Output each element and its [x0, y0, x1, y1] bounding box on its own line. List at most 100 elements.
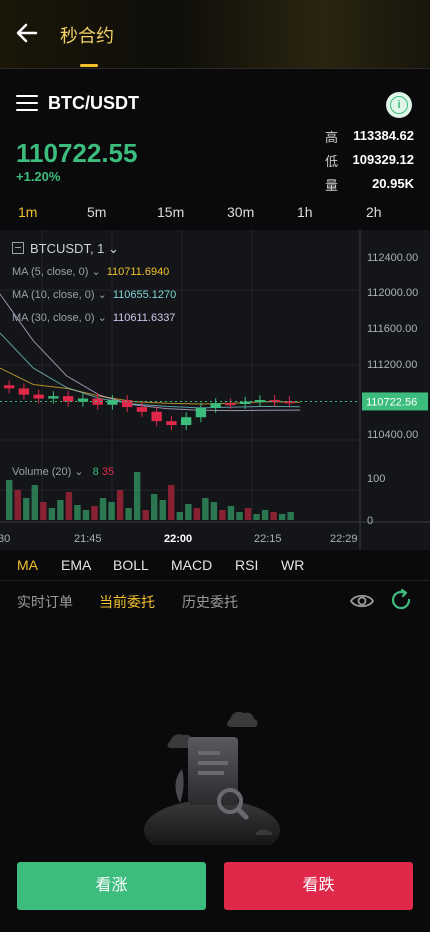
empty-state-illustration	[144, 711, 280, 845]
indicator-macd[interactable]: MACD	[171, 557, 212, 573]
volume-bar	[219, 510, 226, 520]
ma10-legend[interactable]: MA (10, close, 0) ⌄ 110655.1270	[12, 288, 176, 301]
high-value: 113384.62	[353, 128, 414, 143]
ma30-label: MA (30, close, 0)	[12, 312, 95, 324]
current-price-label: 110722.56	[366, 396, 417, 408]
candle	[210, 403, 221, 408]
candle	[33, 394, 44, 399]
time-tick: 22:00	[164, 533, 192, 545]
volume-bar	[227, 506, 235, 520]
info-button[interactable]: i	[386, 92, 412, 118]
price-chart[interactable]: 112400.00 112000.00 111600.00 111200.00 1104…	[0, 230, 430, 550]
volume-bar	[133, 472, 141, 520]
volume-bar	[159, 500, 166, 520]
ma30-value: 110611.6337	[112, 312, 176, 324]
pair-title[interactable]: BTC/USDT	[48, 93, 139, 114]
candle	[166, 421, 177, 426]
volume-bar	[244, 508, 252, 520]
volume-bar	[210, 502, 218, 520]
volume-value: 20.95K	[372, 176, 414, 191]
collapse-icon[interactable]	[12, 242, 24, 254]
indicator-wr[interactable]: WR	[281, 557, 304, 573]
candle	[151, 411, 162, 422]
volume-bar	[142, 510, 149, 520]
timeframe-2h[interactable]: 2h	[366, 204, 382, 220]
volume-bar	[278, 514, 286, 520]
candle	[107, 400, 118, 405]
volume-legend[interactable]: Volume (20) ⌄ 8 35	[12, 465, 114, 478]
tab-live-orders[interactable]: 实时订单	[17, 592, 73, 612]
volume-bar	[287, 512, 294, 520]
sell-down-button[interactable]: 看跌	[224, 862, 413, 910]
volume-bar	[99, 498, 107, 520]
indicator-ema[interactable]: EMA	[61, 557, 91, 573]
candle	[240, 401, 251, 404]
volume-bar	[270, 512, 277, 520]
volume-down-value: 35	[101, 466, 115, 478]
volume-tick: 0	[367, 515, 373, 527]
volume-bar	[108, 502, 115, 520]
candle	[63, 396, 74, 402]
indicator-bar: MA EMA BOLL MACD RSI WR	[0, 552, 430, 578]
buy-up-button[interactable]: 看涨	[17, 862, 206, 910]
volume-bar	[236, 512, 243, 520]
indicator-ma[interactable]: MA	[17, 557, 38, 573]
timeframe-15m[interactable]: 15m	[157, 204, 184, 220]
chevron-down-icon[interactable]: ⌄	[108, 241, 119, 256]
candle	[195, 407, 207, 418]
timeframe-1h[interactable]: 1h	[297, 204, 313, 220]
indicator-boll[interactable]: BOLL	[113, 557, 149, 573]
volume-bar	[168, 485, 175, 520]
candle	[48, 396, 59, 399]
last-price: 110722.55	[16, 138, 138, 168]
menu-icon[interactable]	[16, 95, 38, 113]
volume-bar	[14, 490, 21, 520]
candle	[18, 388, 30, 395]
price-tick: 112000.00	[367, 287, 418, 299]
volume-legend-label: Volume (20)	[12, 466, 72, 478]
volume-bar	[23, 498, 30, 520]
low-value: 109329.12	[352, 152, 414, 167]
tab-order-history[interactable]: 历史委托	[182, 592, 238, 612]
volume-up-value: 8	[92, 466, 99, 478]
refresh-icon[interactable]	[389, 588, 413, 612]
ma30-legend[interactable]: MA (30, close, 0) ⌄ 110611.6337	[12, 311, 175, 324]
time-tick: 30	[0, 533, 10, 545]
ma10-label: MA (10, close, 0)	[12, 289, 95, 301]
page-title: 秒合约	[60, 26, 114, 46]
volume-bar	[31, 485, 38, 520]
low-label: 低	[325, 154, 339, 169]
volume-bar	[193, 508, 201, 520]
back-arrow-icon[interactable]	[14, 20, 40, 46]
volume-bar	[40, 502, 47, 520]
divider	[0, 580, 430, 581]
timeframe-30m[interactable]: 30m	[227, 204, 254, 220]
info-icon: i	[390, 96, 408, 114]
price-tick: 110400.00	[367, 429, 418, 441]
tab-open-orders[interactable]: 当前委托	[99, 592, 155, 612]
volume-bar	[185, 504, 192, 520]
time-tick: 22:15	[254, 533, 282, 545]
chart-symbol-label: BTCUSDT, 1	[30, 241, 105, 256]
volume-bar	[116, 490, 124, 520]
timeframe-5m[interactable]: 5m	[87, 204, 106, 220]
candle	[181, 417, 192, 426]
chart-symbol[interactable]: BTCUSDT, 1 ⌄	[12, 241, 119, 257]
ma5-legend[interactable]: MA (5, close, 0) ⌄ 110711.6940	[12, 265, 169, 278]
timeframe-bar: 1m 5m 15m 30m 1h 2h	[0, 204, 430, 228]
eye-icon[interactable]	[350, 590, 374, 612]
candle	[225, 403, 236, 406]
price-change: +1.20%	[16, 169, 61, 184]
volume-bar	[82, 510, 90, 520]
app-header: 秒合约	[0, 0, 430, 69]
indicator-rsi[interactable]: RSI	[235, 557, 258, 573]
title-underline	[80, 64, 98, 67]
volume-tick: 100	[367, 473, 385, 485]
timeframe-1m[interactable]: 1m	[18, 204, 37, 220]
chart-canvas: 112400.00 112000.00 111600.00 111200.00 1104…	[0, 230, 430, 550]
volume-bar	[151, 494, 158, 520]
ma10-value: 110655.1270	[112, 289, 177, 301]
price-tick: 111200.00	[367, 359, 417, 371]
price-tick: 111600.00	[367, 323, 417, 335]
volume-bar	[202, 498, 209, 520]
